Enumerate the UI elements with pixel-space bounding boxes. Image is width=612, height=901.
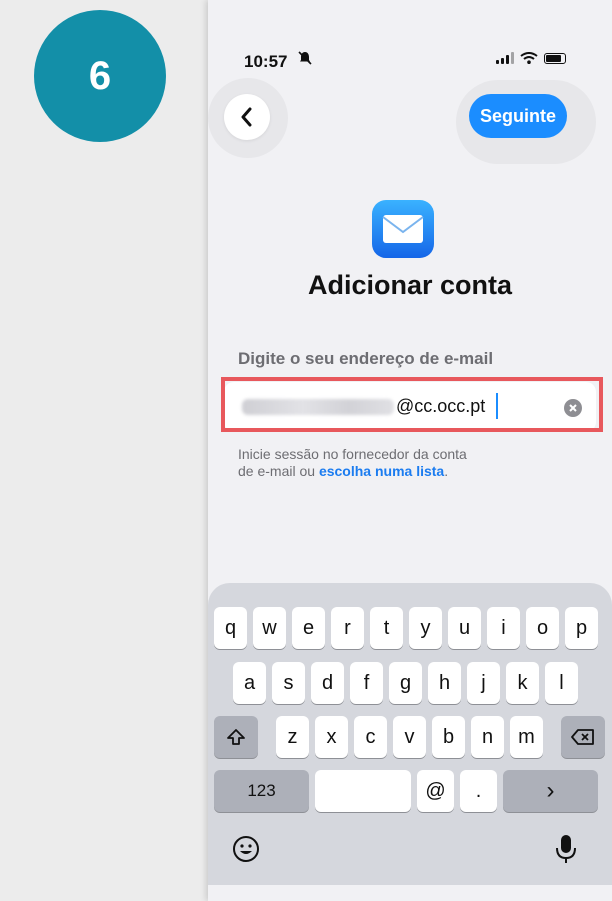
emoji-icon[interactable] [232,835,260,863]
status-time: 10:57 [244,52,288,71]
key-e[interactable]: e [292,607,325,649]
keyboard-row-4: 123 @ . › [214,770,598,812]
silent-bell-icon [298,51,312,68]
go-key[interactable]: › [503,770,598,812]
key-l[interactable]: l [545,662,578,704]
signal-icon [496,52,514,64]
microphone-icon[interactable] [554,833,578,865]
mail-app-icon [372,200,434,258]
step-badge: 6 [34,10,166,142]
shift-arrow-icon [227,729,245,745]
key-h[interactable]: h [428,662,461,704]
key-t[interactable]: t [370,607,403,649]
space-key[interactable] [315,770,411,812]
dot-key[interactable]: . [460,770,497,812]
key-i[interactable]: i [487,607,520,649]
key-b[interactable]: b [432,716,465,758]
page-title: Adicionar conta [307,270,513,300]
status-icons [496,52,566,64]
status-bar: 10:57 [208,0,612,71]
key-q[interactable]: q [214,607,247,649]
next-button[interactable]: Seguinte [469,94,567,138]
key-d[interactable]: d [311,662,344,704]
email-highlight-frame [221,377,603,432]
battery-icon [544,52,566,64]
provider-hint: Inicie sessão no fornecedor da conta de … [238,446,528,480]
keyboard-row-2: a s d f g h j k l [233,662,578,704]
chevron-left-icon [241,107,252,127]
key-o[interactable]: o [526,607,559,649]
hint-line2-text: de e-mail ou [238,463,319,479]
keyboard-row-3: z x c v b n m [214,716,605,758]
key-f[interactable]: f [350,662,383,704]
key-a[interactable]: a [233,662,266,704]
key-v[interactable]: v [393,716,426,758]
key-p[interactable]: p [565,607,598,649]
phone-screen: 10:57 Seguinte Adicionar conta Digite o … [208,0,612,901]
keyboard-row-1: q w e r t y u i o p [214,607,598,649]
key-j[interactable]: j [467,662,500,704]
hint-period: . [444,463,449,479]
backspace-key[interactable] [561,716,605,758]
step-number: 6 [88,53,112,98]
hint-line1: Inicie sessão no fornecedor da conta [238,446,467,462]
key-z[interactable]: z [276,716,309,758]
key-c[interactable]: c [354,716,387,758]
key-x[interactable]: x [315,716,348,758]
key-w[interactable]: w [253,607,286,649]
backspace-icon [571,729,594,745]
keyboard: q w e r t y u i o p a s d f g h j k l z … [208,583,612,885]
email-field-label: Digite o seu endereço de e-mail [238,349,494,368]
key-m[interactable]: m [510,716,543,758]
key-k[interactable]: k [506,662,539,704]
shift-key[interactable] [214,716,258,758]
at-key[interactable]: @ [417,770,454,812]
key-s[interactable]: s [272,662,305,704]
back-button[interactable] [224,94,270,140]
wifi-icon [520,52,538,64]
numbers-key[interactable]: 123 [214,770,309,812]
key-u[interactable]: u [448,607,481,649]
choose-from-list-link[interactable]: escolha numa lista [319,463,444,479]
key-r[interactable]: r [331,607,364,649]
key-g[interactable]: g [389,662,422,704]
hint-line2: de e-mail ou escolha numa lista. [238,463,528,480]
key-n[interactable]: n [471,716,504,758]
key-y[interactable]: y [409,607,442,649]
